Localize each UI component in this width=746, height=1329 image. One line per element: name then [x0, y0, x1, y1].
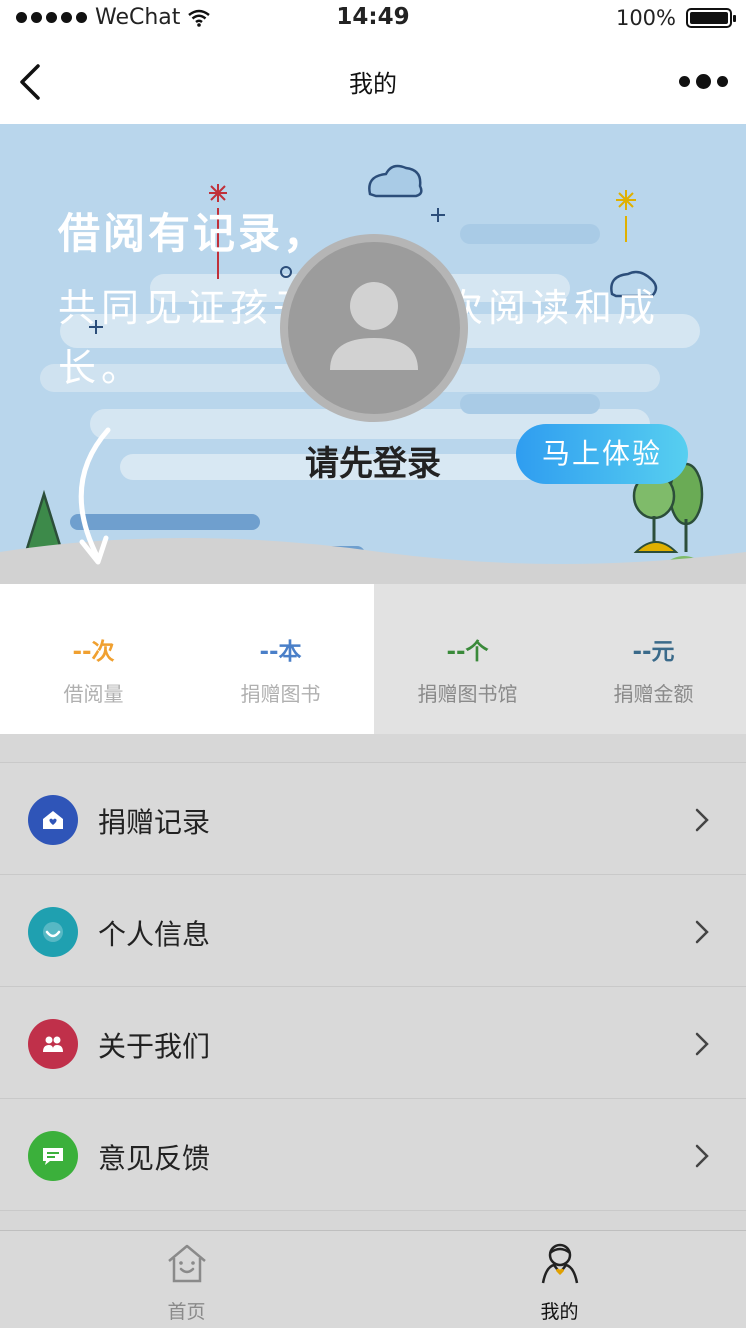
- battery-group: 100%: [615, 6, 736, 30]
- menu-label: 关于我们: [98, 1030, 211, 1063]
- menu-list: 捐赠记录 个人信息 关于我们 意见反馈: [0, 762, 746, 1211]
- stat-label: 捐赠图书馆: [417, 682, 518, 706]
- tab-bar: 首页 我的: [0, 1230, 746, 1328]
- stats-row: --次 借阅量 --本 捐赠图书 --个 捐赠图书馆 --元 捐赠金额: [0, 584, 746, 734]
- stat-label: 捐赠金额: [613, 682, 694, 706]
- stat-donated-libraries[interactable]: --个 捐赠图书馆: [374, 584, 561, 734]
- chevron-right-icon: [695, 920, 709, 944]
- stat-donation-amount[interactable]: --元 捐赠金额: [560, 584, 746, 734]
- nav-bar: 我的: [0, 40, 746, 124]
- menu-label: 捐赠记录: [98, 806, 211, 839]
- menu-item-personal-info[interactable]: 个人信息: [0, 875, 746, 987]
- user-silhouette-icon: [330, 282, 418, 370]
- page-title: 我的: [349, 70, 397, 98]
- battery-percent: 100%: [615, 6, 676, 30]
- people-icon: [28, 1019, 78, 1069]
- chat-bubble-icon: [28, 1131, 78, 1181]
- menu-item-about-us[interactable]: 关于我们: [0, 987, 746, 1099]
- battery-icon: [686, 8, 736, 28]
- donation-home-icon: [28, 795, 78, 845]
- home-icon: [167, 1244, 206, 1283]
- tab-label: 首页: [167, 1301, 206, 1323]
- chevron-right-icon: [695, 1144, 709, 1168]
- stat-value: --个: [446, 639, 489, 665]
- stat-borrow-count[interactable]: --次 借阅量: [0, 584, 187, 734]
- tab-label: 我的: [540, 1301, 579, 1323]
- menu-label: 意见反馈: [98, 1142, 211, 1175]
- menu-section: 捐赠记录 个人信息 关于我们 意见反馈: [0, 734, 746, 1230]
- chevron-right-icon: [695, 1032, 709, 1056]
- avatar[interactable]: [280, 234, 468, 422]
- tab-profile[interactable]: 我的: [373, 1231, 746, 1329]
- status-bar: WeChat 14:49 100%: [0, 0, 746, 40]
- more-button[interactable]: [679, 74, 728, 89]
- stat-value: --本: [259, 639, 302, 665]
- menu-item-feedback[interactable]: 意见反馈: [0, 1099, 746, 1211]
- hero-banner: 借阅有记录， 共同见证孩子的每一次阅读和成长。 请先登录 马上体验: [0, 124, 746, 584]
- menu-label: 个人信息: [98, 918, 211, 951]
- try-now-button[interactable]: 马上体验: [516, 424, 688, 484]
- smile-face-icon: [28, 907, 78, 957]
- stat-value: --次: [72, 639, 115, 665]
- stat-value: --元: [632, 639, 675, 665]
- stat-label: 捐赠图书: [240, 682, 321, 706]
- more-dots-icon: [679, 76, 690, 87]
- chevron-right-icon: [695, 808, 709, 832]
- menu-item-donation-records[interactable]: 捐赠记录: [0, 762, 746, 875]
- tab-home[interactable]: 首页: [0, 1231, 373, 1329]
- stat-label: 借阅量: [63, 682, 124, 706]
- stat-donated-books[interactable]: --本 捐赠图书: [187, 584, 374, 734]
- profile-icon: [541, 1243, 578, 1284]
